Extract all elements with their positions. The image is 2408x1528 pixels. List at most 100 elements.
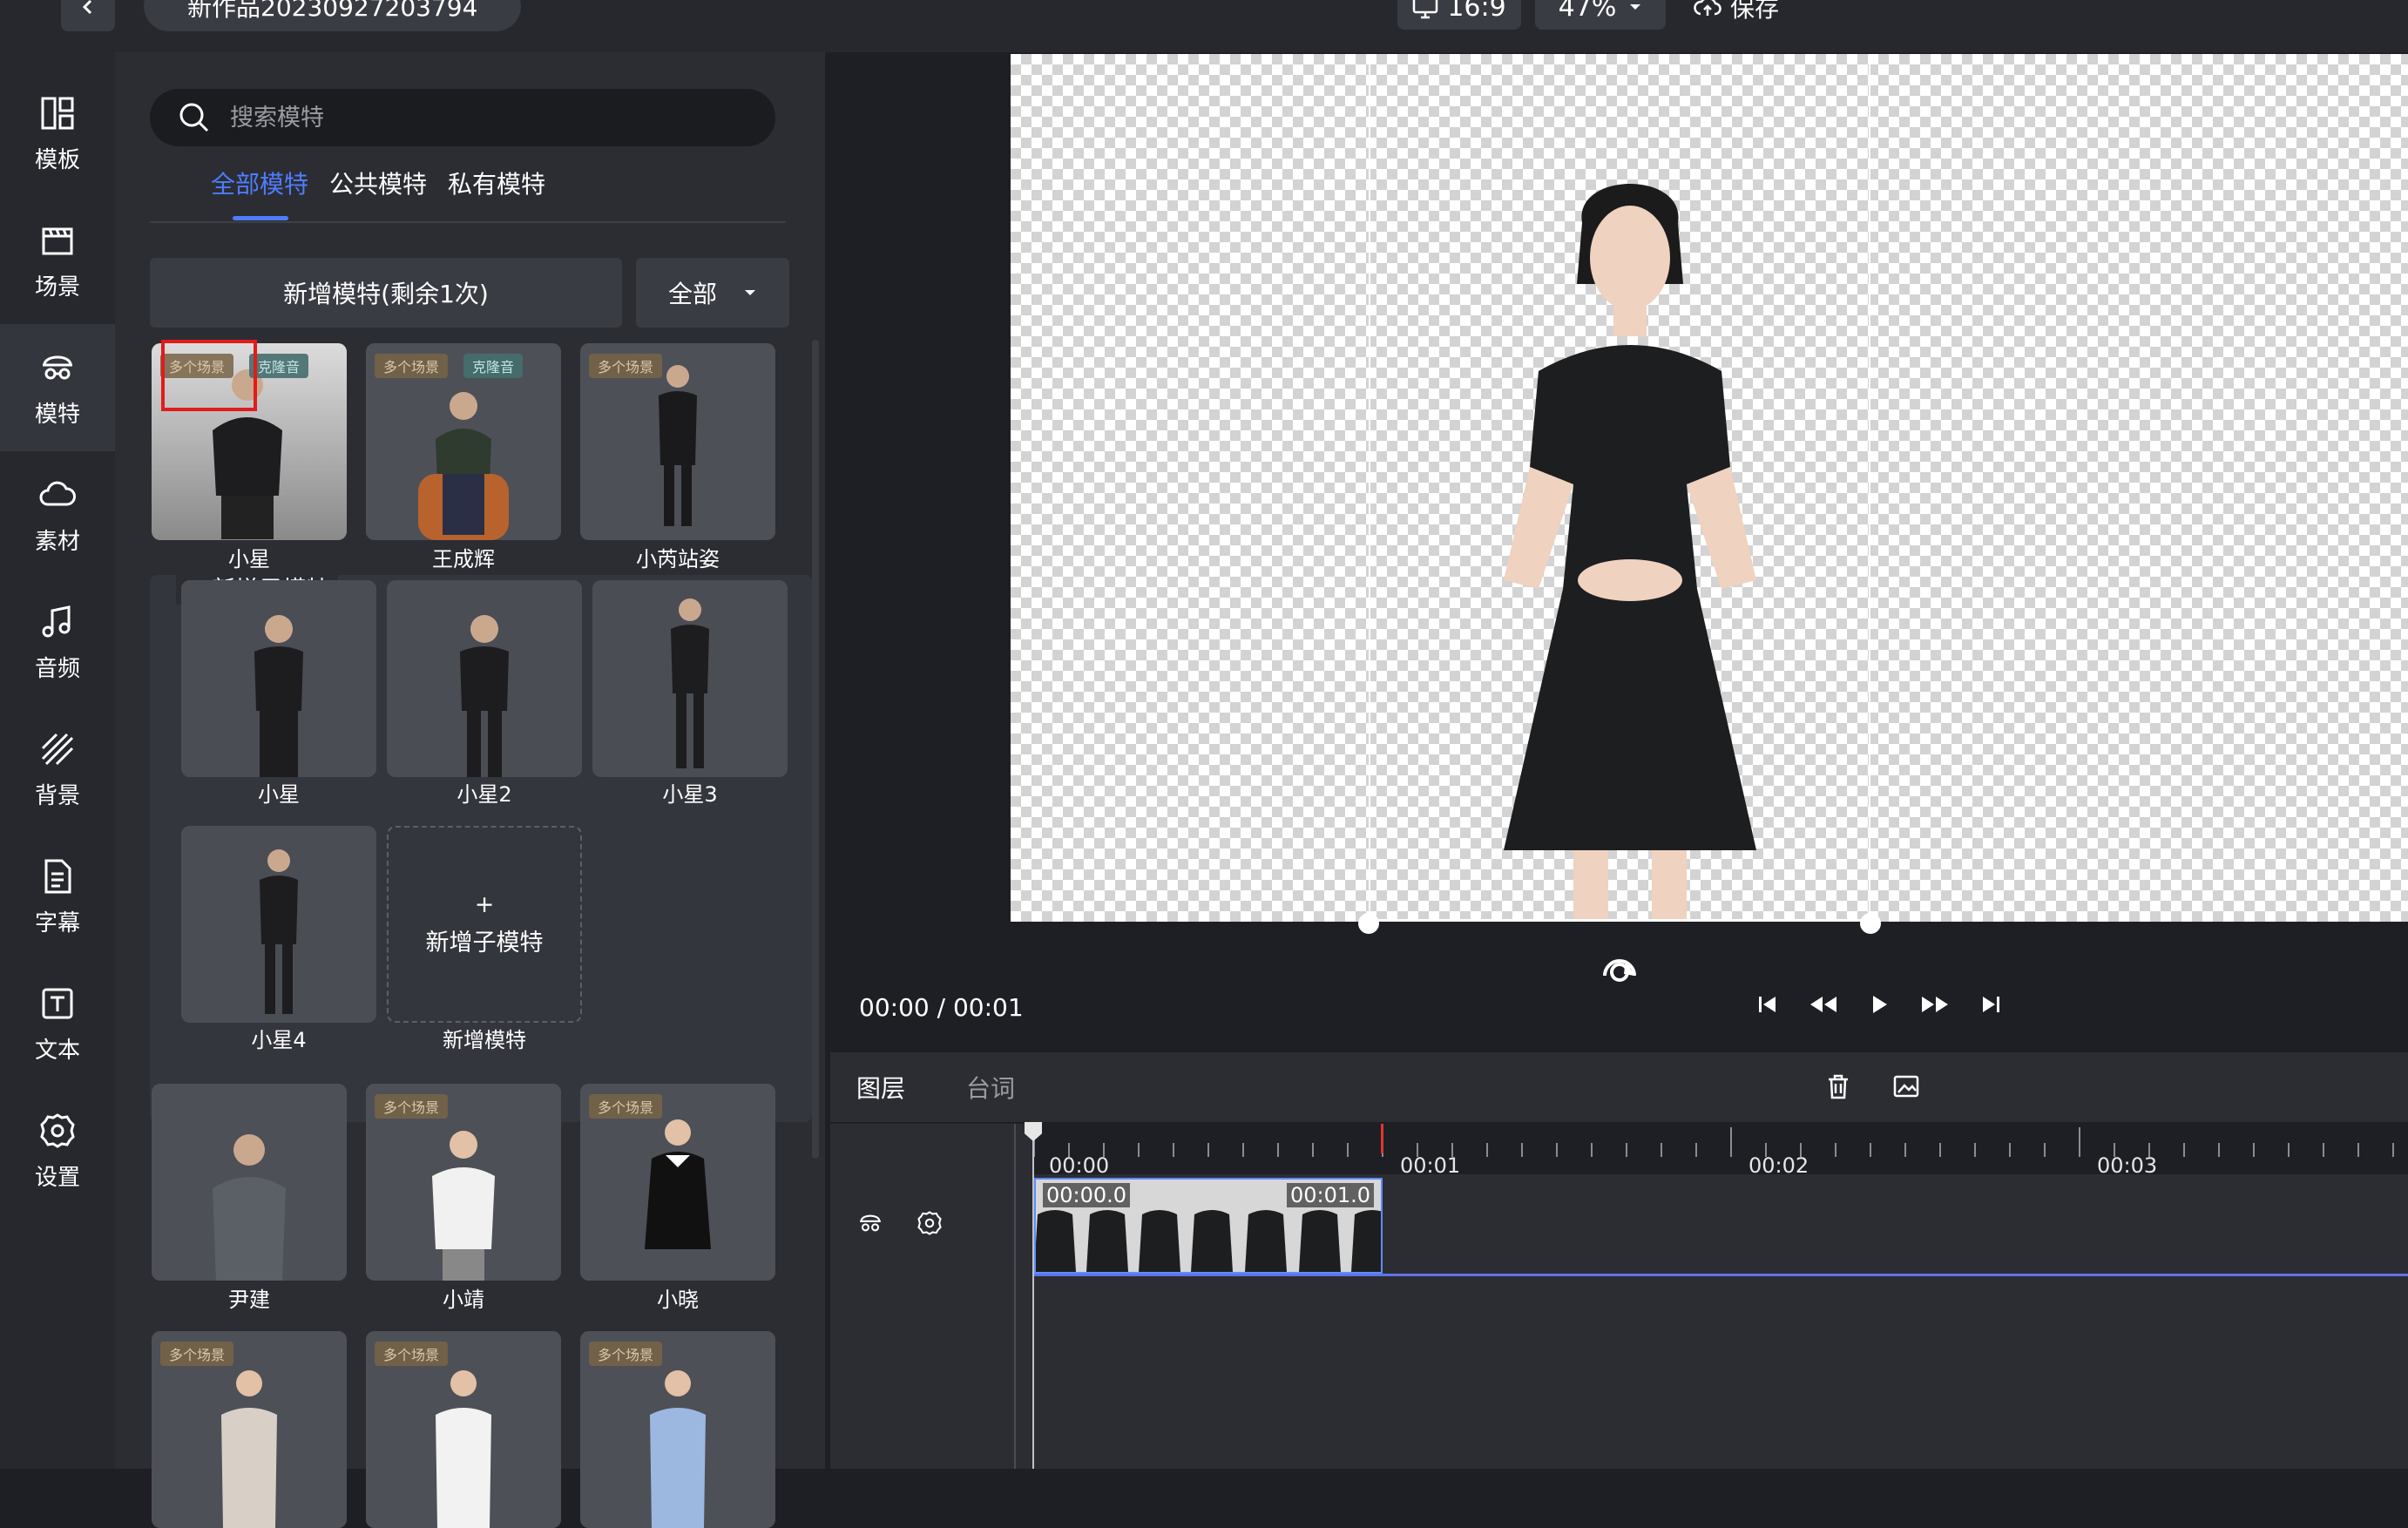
ruler-tick xyxy=(1591,1143,1593,1157)
ruler-tick xyxy=(1661,1143,1662,1157)
ruler-tick xyxy=(1939,1143,1941,1157)
ruler-tick xyxy=(1173,1143,1174,1157)
tab-all-models[interactable]: 全部模特 xyxy=(211,166,308,200)
model-name: 小靖 xyxy=(443,1288,484,1312)
trash-icon[interactable] xyxy=(1823,1072,1853,1101)
clip-start-time: 00:00.0 xyxy=(1043,1183,1131,1207)
timeline-divider xyxy=(1014,1124,1016,1469)
nav-item-model[interactable]: 模特 xyxy=(0,324,115,451)
skip-to-end-icon[interactable] xyxy=(1979,993,2002,1016)
sub-model-card[interactable] xyxy=(181,826,376,1023)
sub-model-card[interactable] xyxy=(592,580,788,777)
tab-script[interactable]: 台词 xyxy=(966,1070,1015,1105)
nav-item-audio[interactable]: 音频 xyxy=(0,578,115,706)
fast-forward-icon[interactable] xyxy=(1920,993,1950,1016)
add-sub-model-caption: 新增模特 xyxy=(443,1028,526,1052)
model-card-xiaorui[interactable]: 多个场景 xyxy=(580,343,775,540)
model-card-xiaojing[interactable]: 多个场景 xyxy=(366,1084,561,1281)
badge-multi-scene: 多个场景 xyxy=(589,354,663,378)
model-icon[interactable] xyxy=(856,1209,884,1237)
nav-label: 场景 xyxy=(34,274,80,301)
back-button[interactable] xyxy=(61,0,115,31)
nav-label: 文本 xyxy=(34,1037,80,1064)
ruler-label: 00:01 xyxy=(1400,1153,1461,1178)
active-tab-indicator xyxy=(233,216,288,220)
search-box[interactable] xyxy=(150,89,775,146)
nav-item-template[interactable]: 模板 xyxy=(0,70,115,197)
add-model-button[interactable]: 新增模特(剩余1次) xyxy=(150,258,622,328)
save-button[interactable]: 保存 xyxy=(1694,0,1779,30)
model-card[interactable]: 多个场景 xyxy=(366,1331,561,1528)
nav-label: 素材 xyxy=(34,528,80,555)
badge-voice-clone: 克隆音 xyxy=(249,354,309,378)
tab-layers[interactable]: 图层 xyxy=(856,1070,905,1105)
model-thumbnail xyxy=(152,1084,347,1281)
ruler-tick xyxy=(1695,1143,1697,1157)
track-controls xyxy=(856,1209,944,1237)
ruler-tick xyxy=(2392,1143,2394,1157)
model-thumbnail xyxy=(592,580,788,777)
nav-label: 模板 xyxy=(34,146,80,173)
sub-model-name: 小星 xyxy=(258,782,300,807)
chevron-left-icon xyxy=(82,0,92,15)
total-time: 00:01 xyxy=(952,993,1024,1022)
badge-multi-scene: 多个场景 xyxy=(375,354,449,378)
aspect-ratio-button[interactable]: 16:9 xyxy=(1397,0,1521,30)
ruler-tick xyxy=(1138,1143,1140,1157)
video-clip[interactable]: 00:00.0 00:01.0 xyxy=(1034,1178,1383,1274)
ruler-tick xyxy=(2009,1143,2011,1157)
badge-multi-scene: 多个场景 xyxy=(589,1342,663,1366)
music-icon xyxy=(42,605,71,637)
model-card-yinjian[interactable] xyxy=(152,1084,347,1281)
resize-handle-right[interactable] xyxy=(1860,913,1881,934)
zoom-dropdown[interactable]: 47% xyxy=(1535,0,1666,30)
ruler-tick xyxy=(1312,1143,1314,1157)
current-time: 00:00 xyxy=(859,993,930,1022)
sub-model-card[interactable] xyxy=(181,580,376,777)
nav-item-background[interactable]: 背景 xyxy=(0,706,115,833)
rewind-icon[interactable] xyxy=(1809,993,1838,1016)
panel-scrollbar[interactable] xyxy=(812,340,819,1159)
badge-voice-clone: 克隆音 xyxy=(463,354,524,378)
nav-item-scene[interactable]: 场景 xyxy=(0,197,115,324)
sub-model-name: 小星2 xyxy=(457,782,512,807)
selection-frame[interactable] xyxy=(1369,54,1870,922)
model-card-xiaoxiao[interactable]: 多个场景 xyxy=(580,1084,775,1281)
model-card[interactable]: 多个场景 xyxy=(152,1331,347,1528)
filter-value: 全部 xyxy=(667,280,717,308)
model-name: 小星 xyxy=(228,547,270,571)
nav-item-text[interactable]: 文本 xyxy=(0,960,115,1087)
nav-item-subtitle[interactable]: 字幕 xyxy=(0,833,115,960)
search-input[interactable] xyxy=(228,103,720,132)
aspect-ratio-value: 16:9 xyxy=(1447,0,1506,23)
left-nav: 模板 场景 模特 素材 音频 背景 字幕 文本 设置 xyxy=(0,52,115,1469)
plus-icon: + xyxy=(474,891,495,918)
ruler-tick xyxy=(2044,1143,2046,1157)
ruler-label: 00:03 xyxy=(2097,1153,2158,1178)
project-title[interactable]: 新作品20230927203794 xyxy=(144,0,522,31)
ruler-tick xyxy=(2253,1143,2255,1157)
image-frame-icon[interactable] xyxy=(1891,1072,1921,1101)
sub-model-name: 小星4 xyxy=(251,1028,307,1052)
template-icon xyxy=(41,97,74,129)
time-separator: / xyxy=(937,993,946,1022)
model-thumbnail xyxy=(181,580,376,777)
nav-item-material[interactable]: 素材 xyxy=(0,451,115,578)
sub-model-card[interactable] xyxy=(387,580,582,777)
resize-handle-left[interactable] xyxy=(1358,913,1379,934)
model-card-wangchenghui[interactable]: 多个场景 克隆音 xyxy=(366,343,561,540)
subtitle-icon xyxy=(44,859,71,893)
nav-item-settings[interactable]: 设置 xyxy=(0,1087,115,1214)
timeline-ruler[interactable]: 00:00 00:01 00:02 00:03 xyxy=(1033,1122,2408,1178)
model-card[interactable]: 多个场景 xyxy=(580,1331,775,1528)
gear-icon[interactable] xyxy=(916,1209,944,1237)
tab-public-models[interactable]: 公共模特 xyxy=(329,166,427,200)
filter-dropdown[interactable]: 全部 xyxy=(636,258,789,328)
tab-private-models[interactable]: 私有模特 xyxy=(448,166,545,200)
skip-to-start-icon[interactable] xyxy=(1756,993,1779,1016)
timeline-tabs: 图层 台词 xyxy=(830,1052,2408,1124)
sub-model-name: 小星3 xyxy=(662,782,718,807)
play-icon[interactable] xyxy=(1868,993,1891,1016)
add-sub-model-button[interactable]: + 新增子模特 xyxy=(387,826,582,1023)
rotate-icon[interactable] xyxy=(1600,950,1640,984)
